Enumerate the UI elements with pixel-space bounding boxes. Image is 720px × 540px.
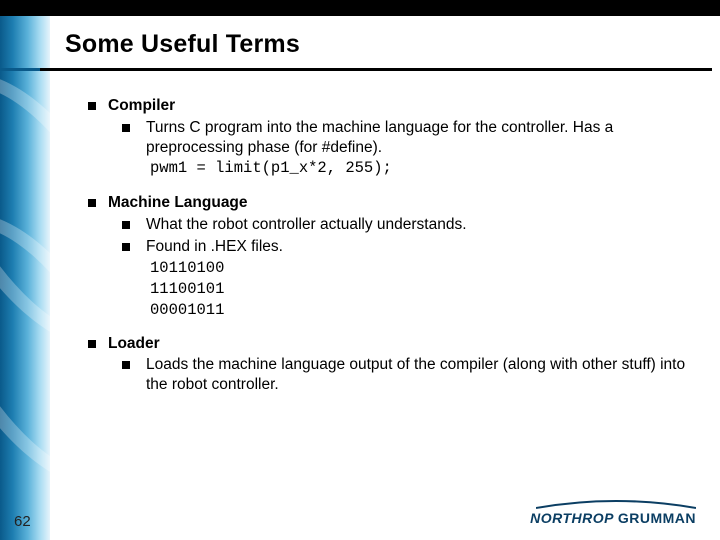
left-gradient-strip	[0, 16, 50, 540]
sub-text: Found in .HEX files.	[146, 237, 690, 257]
sub-bullet: Found in .HEX files.	[122, 237, 690, 257]
slide-body: Compiler Turns C program into the machin…	[88, 96, 690, 409]
bullet-square-icon	[122, 243, 130, 251]
sub-bullet: Loads the machine language output of the…	[122, 355, 690, 395]
title-underline	[40, 68, 712, 71]
bullet-square-icon	[88, 102, 96, 110]
bullet-compiler: Compiler Turns C program into the machin…	[88, 96, 690, 179]
brand-swoosh-icon	[536, 498, 696, 510]
slide-title: Some Useful Terms	[65, 30, 700, 59]
term-label: Machine Language	[108, 193, 248, 213]
brand-logo: NORTHROP GRUMMAN	[530, 498, 696, 526]
term-label: Loader	[108, 334, 160, 354]
sub-bullet: What the robot controller actually under…	[122, 215, 690, 235]
underline-accent	[0, 68, 40, 71]
sub-text: Turns C program into the machine languag…	[146, 118, 690, 158]
top-black-bar	[0, 0, 720, 16]
term-row: Machine Language	[88, 193, 690, 213]
term-label: Compiler	[108, 96, 175, 116]
bullet-square-icon	[122, 221, 130, 229]
term-row: Compiler	[88, 96, 690, 116]
slide: Some Useful Terms Compiler Turns C progr…	[0, 0, 720, 540]
code-line: 00001011	[150, 301, 690, 320]
bullet-machine-language: Machine Language What the robot controll…	[88, 193, 690, 319]
code-line: 10110100	[150, 259, 690, 278]
bullet-square-icon	[88, 199, 96, 207]
brand-part2: GRUMMAN	[618, 510, 696, 526]
brand-name: NORTHROP GRUMMAN	[530, 510, 696, 526]
code-line: 11100101	[150, 280, 690, 299]
bullet-square-icon	[88, 340, 96, 348]
sub-text: What the robot controller actually under…	[146, 215, 690, 235]
sub-text: Loads the machine language output of the…	[146, 355, 690, 395]
term-row: Loader	[88, 334, 690, 354]
title-wrap: Some Useful Terms	[65, 30, 700, 59]
code-line: pwm1 = limit(p1_x*2, 255);	[150, 159, 690, 179]
bullet-square-icon	[122, 124, 130, 132]
bullet-loader: Loader Loads the machine language output…	[88, 334, 690, 395]
sub-bullet: Turns C program into the machine languag…	[122, 118, 690, 158]
brand-part1: NORTHROP	[530, 510, 618, 526]
bullet-square-icon	[122, 361, 130, 369]
page-number: 62	[14, 513, 31, 530]
